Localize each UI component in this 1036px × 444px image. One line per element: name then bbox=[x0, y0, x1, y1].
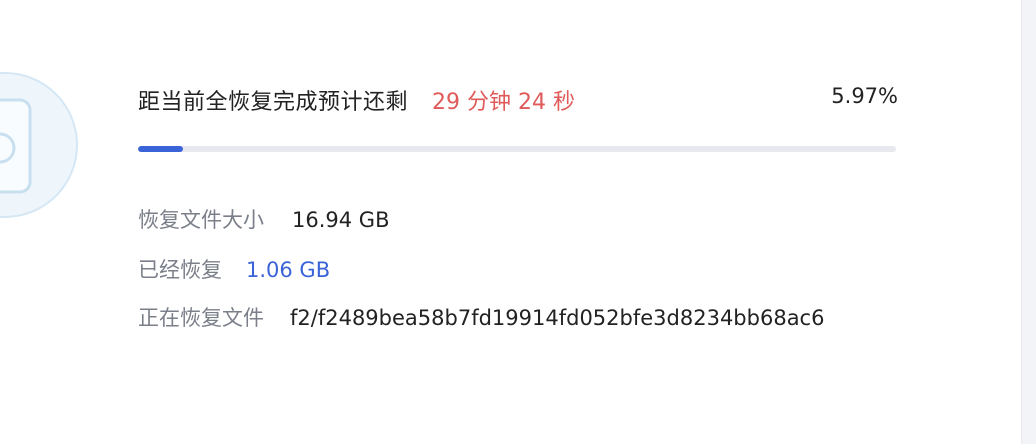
restore-drive-icon bbox=[0, 72, 78, 218]
progress-fill bbox=[138, 146, 184, 152]
window-edge bbox=[1021, 0, 1036, 444]
progress-percent: 5.97% bbox=[831, 84, 898, 108]
current-file-value: f2/f2489bea58b7fd19914fd052bfe3d8234bb68… bbox=[290, 306, 825, 330]
eta-time: 29 分钟 24 秒 bbox=[432, 90, 575, 115]
restored-value: 1.06 GB bbox=[246, 258, 331, 282]
file-size-row: 恢复文件大小 16.94 GB bbox=[138, 204, 389, 234]
restored-row: 已经恢复 1.06 GB bbox=[138, 254, 330, 284]
restored-label: 已经恢复 bbox=[138, 258, 222, 282]
current-file-row: 正在恢复文件 f2/f2489bea58b7fd19914fd052bfe3d82… bbox=[138, 302, 824, 332]
file-size-value: 16.94 GB bbox=[292, 208, 390, 232]
file-size-label: 恢复文件大小 bbox=[138, 208, 264, 232]
eta-label: 距当前全恢复完成预计还剩 bbox=[138, 90, 409, 115]
current-file-label: 正在恢复文件 bbox=[138, 306, 264, 330]
eta-row: 距当前全恢复完成预计还剩 29 分钟 24 秒 5.97% bbox=[138, 84, 898, 116]
progress-bar bbox=[138, 146, 896, 152]
restore-progress-panel: 距当前全恢复完成预计还剩 29 分钟 24 秒 5.97% 恢复文件大小 16.9… bbox=[0, 0, 1036, 444]
